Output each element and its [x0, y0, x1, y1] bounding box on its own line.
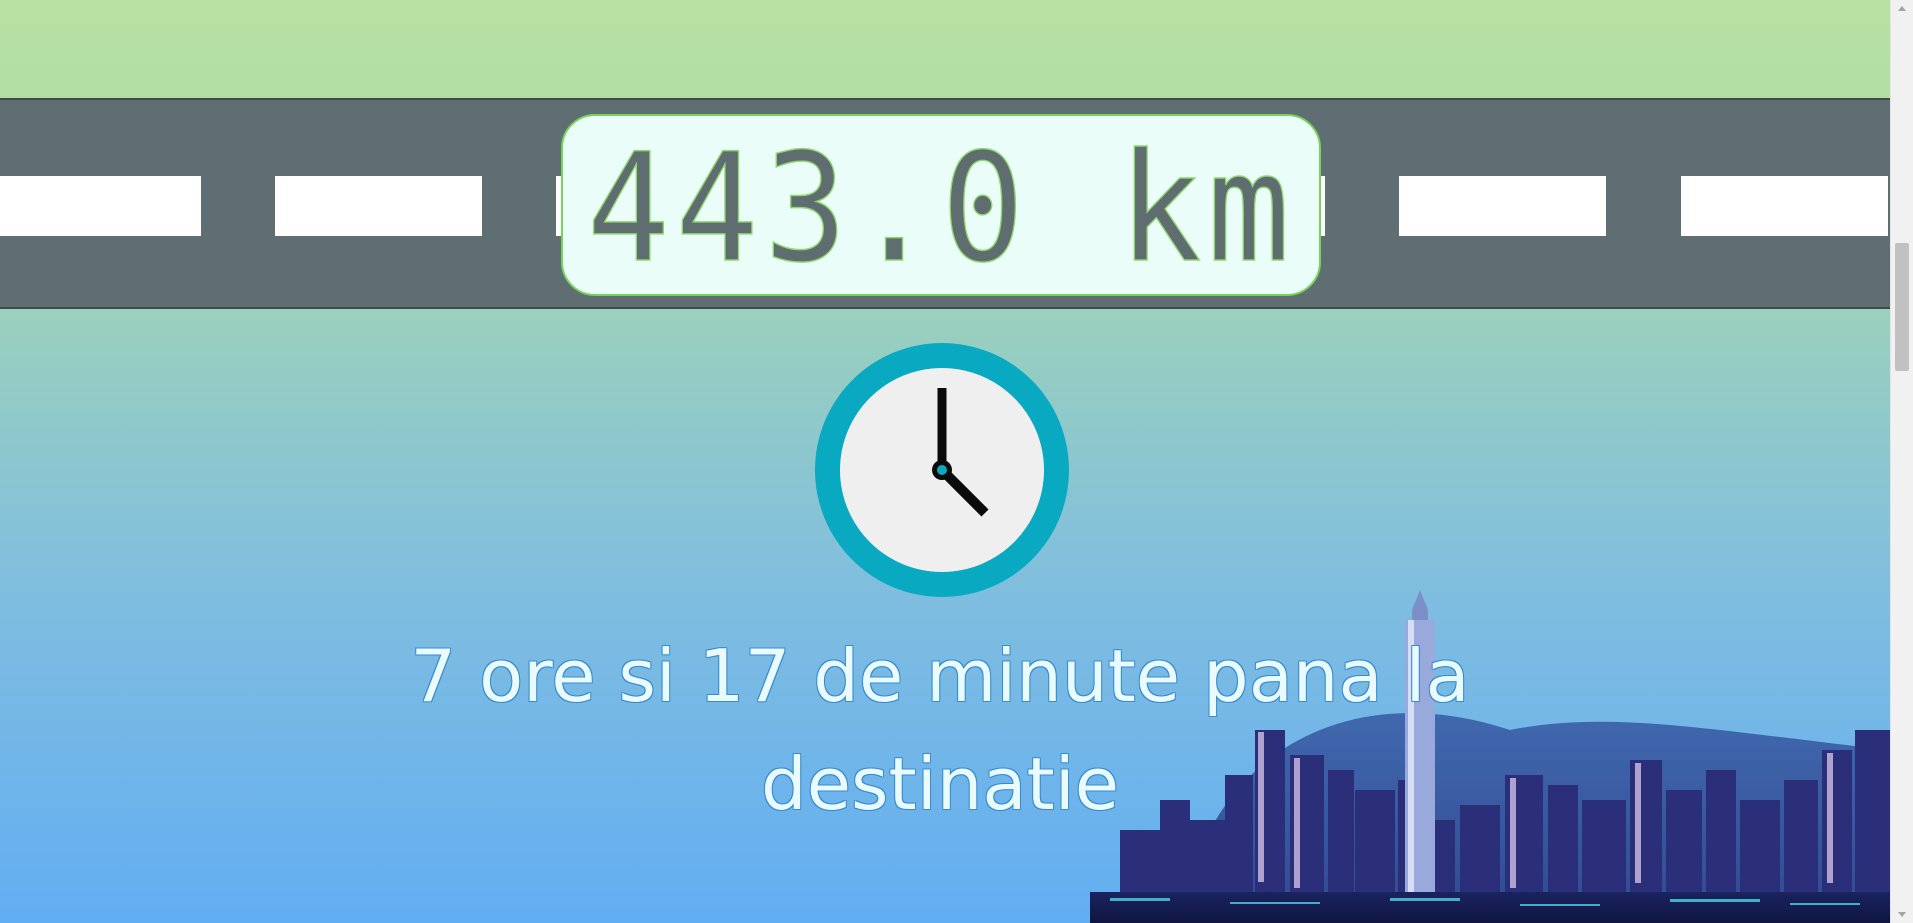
- scrollbar-thumb[interactable]: [1895, 243, 1909, 371]
- eta-text: 7 ore si 17 de minute pana la destinatie: [410, 634, 1470, 826]
- clock-center-dot: [937, 465, 947, 475]
- distance-value: 443.0 km: [586, 122, 1296, 296]
- clock-icon: [815, 343, 1069, 597]
- distance-display: 443.0 km: [561, 114, 1321, 296]
- lane-marking: [1399, 176, 1606, 236]
- lane-marking: [275, 176, 482, 236]
- lane-marking: [0, 176, 201, 236]
- page-background: 443.0 km 7 ore si 17 de minute pana la d…: [0, 0, 1890, 923]
- scroll-up-icon[interactable]: [1891, 0, 1913, 17]
- scrollbar[interactable]: [1890, 0, 1913, 923]
- lane-marking: [1681, 176, 1888, 236]
- scroll-down-icon[interactable]: [1891, 906, 1913, 923]
